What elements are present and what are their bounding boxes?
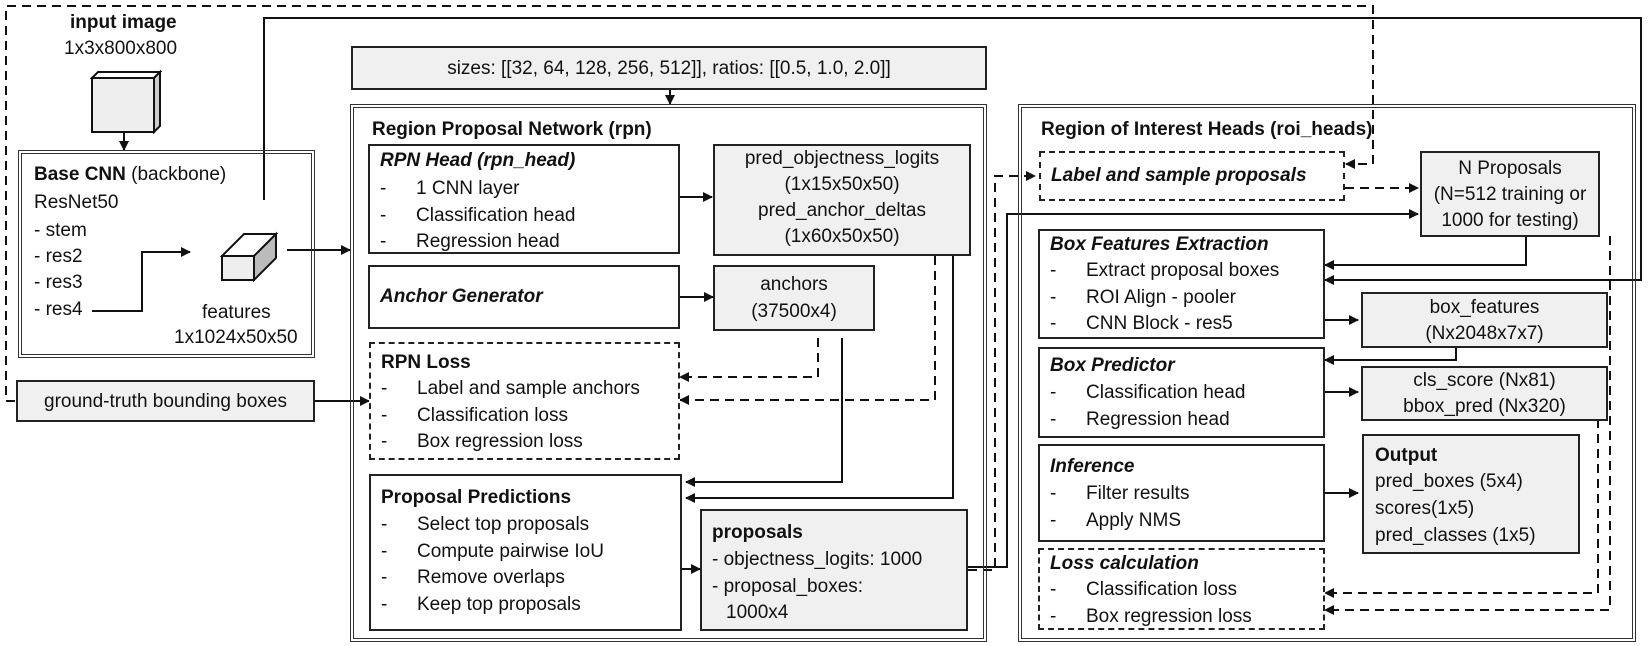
- list-item: - Regression head: [380, 231, 560, 252]
- n-proposals-line: (N=512 training or: [1433, 184, 1587, 205]
- output-line: (1x15x50x50): [784, 174, 900, 195]
- list-item: - Apply NMS: [1050, 509, 1182, 531]
- feature-map-icon: [220, 231, 279, 282]
- roi-loss-list: - Classification loss - Box regression los…: [1050, 577, 1252, 630]
- output-line: (1x60x50x50): [784, 226, 900, 247]
- backbone-stage: - stem: [34, 220, 87, 241]
- box-features-line: box_features: [1429, 297, 1540, 318]
- list-item: - CNN Block - res5: [1050, 313, 1233, 334]
- list-item: - Label and sample anchors: [381, 378, 640, 399]
- box-features-extraction-title: Box Features Extraction: [1050, 234, 1269, 255]
- inference-box: Inference - Filter results - Apply NMS: [1038, 444, 1325, 542]
- backbone-title: Base CNN (backbone): [34, 162, 226, 188]
- list-item: - Select top proposals: [381, 514, 590, 535]
- proposal-predictions-list: - Select top proposals - Compute pairwise …: [381, 512, 604, 618]
- box-features-box: box_features (Nx2048x7x7): [1361, 292, 1608, 348]
- predictor-output-line: bbox_pred (Nx320): [1403, 396, 1566, 417]
- rpn-loss-title: RPN Loss: [381, 352, 471, 373]
- output-title: Output: [1375, 445, 1438, 466]
- input-image-title: input image: [70, 12, 177, 33]
- rpn-head-list: -1 CNN layer - Classification head - Regre…: [380, 176, 575, 256]
- list-item: - Compute pairwise IoU: [381, 540, 604, 562]
- box-features-extraction-box: Box Features Extraction - Extract proposa…: [1038, 229, 1325, 339]
- rpn-head-box: RPN Head (rpn_head) -1 CNN layer - Classi…: [368, 144, 680, 254]
- output-item: pred_classes (1x5): [1375, 525, 1536, 546]
- rpn-title: Region Proposal Network (rpn): [372, 119, 652, 140]
- anchors-line: anchors: [760, 274, 828, 295]
- features-shape: 1x1024x50x50: [174, 327, 298, 348]
- inference-list: - Filter results - Apply NMS: [1050, 481, 1189, 534]
- anchors-line: (37500x4): [751, 301, 837, 322]
- proposals-title: proposals: [712, 522, 803, 543]
- proposal-predictions-box: Proposal Predictions - Select top proposa…: [369, 474, 682, 631]
- backbone-title-rest: (backbone): [125, 164, 227, 185]
- box-features-extraction-list: - Extract proposal boxes - ROI Align - poo…: [1050, 258, 1279, 338]
- list-item: - Classification loss: [1050, 579, 1237, 600]
- backbone-title-bold: Base CNN: [34, 164, 126, 185]
- rpn-loss-list: - Label and sample anchors - Classificatio…: [381, 376, 640, 456]
- list-item: - Box regression loss: [1050, 605, 1252, 627]
- list-item: - ROI Align - pooler: [1050, 286, 1236, 308]
- input-image-icon: [90, 70, 162, 134]
- list-item: - Filter results: [1050, 483, 1190, 504]
- rpn-head-title: RPN Head (rpn_head): [380, 150, 576, 171]
- predictor-output-box: cls_score (Nx81) bbox_pred (Nx320): [1361, 366, 1608, 421]
- roi-loss-box: Loss calculation - Classification loss -B…: [1038, 548, 1325, 630]
- n-proposals-line: 1000 for testing): [1441, 210, 1579, 231]
- output-box: Output pred_boxes (5x4) scores(1x5) pred…: [1362, 434, 1580, 554]
- input-image-shape: 1x3x800x800: [64, 38, 178, 59]
- list-item: - Classification head: [1050, 382, 1246, 403]
- anchors-box: anchors (37500x4): [713, 265, 875, 331]
- anchor-config-box: sizes: [[32, 64, 128, 256, 512]], ratios…: [351, 46, 987, 90]
- box-predictor-box: Box Predictor - Classification head - Regr…: [1038, 347, 1325, 438]
- anchor-generator-title: Anchor Generator: [380, 286, 543, 307]
- list-item: - Classification loss: [381, 404, 568, 426]
- list-item: - Remove overlaps: [381, 567, 565, 588]
- roi-loss-title: Loss calculation: [1050, 553, 1199, 574]
- backbone-stage: - res4: [34, 299, 83, 320]
- ground-truth-box: ground-truth bounding boxes: [16, 380, 315, 422]
- n-proposals-box: N Proposals (N=512 training or 1000 for …: [1420, 151, 1600, 237]
- proposals-item: 1000x4: [726, 602, 789, 623]
- anchor-config-label: sizes: [[32, 64, 128, 256, 512]], ratios…: [447, 58, 891, 79]
- box-predictor-title: Box Predictor: [1050, 355, 1175, 376]
- roi-heads-title: Region of Interest Heads (roi_heads): [1041, 119, 1373, 140]
- backbone-stage: - res2: [34, 246, 83, 267]
- box-features-line: (Nx2048x7x7): [1425, 323, 1544, 344]
- inference-title: Inference: [1050, 456, 1135, 477]
- rpn-head-output-box: pred_objectness_logits (1x15x50x50) pred…: [713, 144, 971, 256]
- anchor-generator-box: Anchor Generator: [368, 265, 680, 329]
- n-proposals-line: N Proposals: [1458, 158, 1562, 179]
- list-item: - Regression head: [1050, 408, 1230, 430]
- list-item: - Box regression loss: [381, 431, 583, 452]
- list-item: -1 CNN layer: [380, 178, 520, 199]
- backbone-stage: - res3: [34, 272, 83, 293]
- proposal-predictions-title: Proposal Predictions: [381, 487, 572, 508]
- proposals-item: - proposal_boxes:: [712, 576, 864, 597]
- features-label: features: [202, 302, 271, 323]
- label-sample-title: Label and sample proposals: [1051, 165, 1307, 186]
- list-item: - Extract proposal boxes: [1050, 260, 1280, 281]
- output-item: pred_boxes (5x4): [1375, 471, 1523, 492]
- label-sample-box: Label and sample proposals: [1039, 151, 1345, 201]
- proposals-box: proposals - objectness_logits: 1000 - pr…: [700, 509, 968, 631]
- output-line: pred_anchor_deltas: [758, 200, 926, 221]
- list-item: - Classification head: [380, 204, 576, 226]
- predictor-output-line: cls_score (Nx81): [1413, 370, 1556, 391]
- backbone-model: ResNet50: [34, 192, 119, 213]
- proposals-item: - objectness_logits: 1000: [712, 549, 923, 570]
- output-item: scores(1x5): [1375, 498, 1475, 519]
- output-line: pred_objectness_logits: [744, 148, 940, 169]
- ground-truth-label: ground-truth bounding boxes: [44, 391, 287, 412]
- list-item: - Keep top proposals: [381, 593, 581, 615]
- rpn-loss-box: RPN Loss - Label and sample anchors - Clas…: [369, 342, 680, 460]
- box-predictor-list: - Classification head - Regression head: [1050, 380, 1245, 433]
